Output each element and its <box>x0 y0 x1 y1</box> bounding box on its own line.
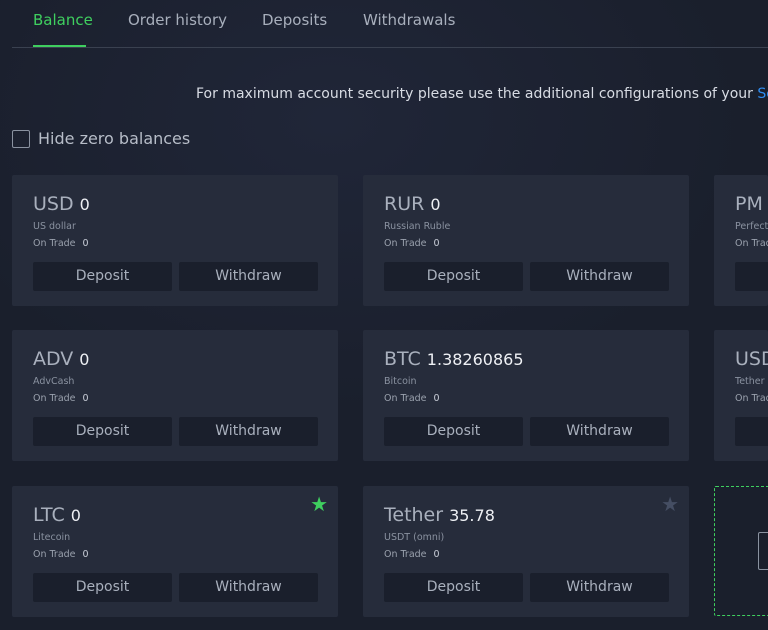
currency-code: RUR <box>384 193 425 215</box>
currency-code: LTC <box>33 504 65 526</box>
withdraw-button[interactable]: Withdraw <box>179 417 318 446</box>
balance-card-btc: BTC 1.38260865 Bitcoin On Trade 0 Deposit … <box>363 330 689 461</box>
star-filled-icon[interactable]: ★ <box>310 494 328 514</box>
deposit-button[interactable]: Deposit <box>384 573 523 602</box>
withdraw-button[interactable]: Withdraw <box>530 417 669 446</box>
currency-code: ADV <box>33 348 74 370</box>
on-trade-label: On Trade <box>735 393 768 404</box>
star-outline-icon[interactable]: ★ <box>661 494 679 514</box>
balance-card-tether: ★ Tether 35.78 USDT (omni) On Trade 0 Depo… <box>363 486 689 617</box>
active-tab-indicator <box>33 45 86 47</box>
currency-name: Litecoin <box>33 532 71 543</box>
on-trade-label: On Trade <box>384 393 427 404</box>
on-trade-value: 0 <box>82 238 89 249</box>
currency-balance: 0 <box>70 506 81 525</box>
on-trade-value: 0 <box>82 393 89 404</box>
balance-card-pm: PM Perfect On Trade <box>714 175 768 306</box>
balance-card-usdt: USD Tether On Trade <box>714 330 768 461</box>
currency-code: USD <box>735 348 768 370</box>
currency-code: PM <box>735 193 763 215</box>
security-notice-text: For maximum account security please use … <box>196 86 758 102</box>
balance-card-usd: USD 0 US dollar On Trade 0 Deposit Withdra… <box>12 175 338 306</box>
balance-card-rur: RUR 0 Russian Ruble On Trade 0 Deposit Wit… <box>363 175 689 306</box>
on-trade-row: On Trade <box>735 393 768 404</box>
deposit-button[interactable] <box>735 417 768 446</box>
on-trade-label: On Trade <box>33 393 76 404</box>
on-trade-row: On Trade 0 <box>384 393 440 404</box>
currency-name: Russian Ruble <box>384 221 451 232</box>
hide-zero-balances-checkbox[interactable] <box>12 129 30 148</box>
currency-name: Bitcoin <box>384 376 417 387</box>
on-trade-value: 0 <box>433 238 440 249</box>
tab-order-history[interactable]: Order history <box>128 11 227 29</box>
security-notice: For maximum account security please use … <box>196 86 768 102</box>
hide-zero-balances-label: Hide zero balances <box>38 129 191 148</box>
withdraw-button[interactable]: Withdraw <box>179 573 318 602</box>
on-trade-value: 0 <box>433 393 440 404</box>
balance-card-adv: ADV 0 AdvCash On Trade 0 Deposit Withdraw <box>12 330 338 461</box>
currency-balance: 35.78 <box>449 506 495 525</box>
currency-name: US dollar <box>33 221 76 232</box>
deposit-button[interactable]: Deposit <box>33 573 172 602</box>
on-trade-label: On Trade <box>384 238 427 249</box>
withdraw-button[interactable]: Withdraw <box>530 262 669 291</box>
tab-balance[interactable]: Balance <box>33 11 93 29</box>
tab-withdrawals[interactable]: Withdrawals <box>363 11 455 29</box>
deposit-button[interactable]: Deposit <box>384 417 523 446</box>
on-trade-label: On Trade <box>33 549 76 560</box>
currency-code: USD <box>33 193 74 215</box>
on-trade-label: On Trade <box>384 549 427 560</box>
on-trade-value: 0 <box>433 549 440 560</box>
security-settings-link[interactable]: Sec <box>757 86 768 102</box>
on-trade-row: On Trade 0 <box>384 238 440 249</box>
currency-name: Tether <box>735 376 765 387</box>
on-trade-row: On Trade 0 <box>33 549 89 560</box>
currency-name: AdvCash <box>33 376 75 387</box>
withdraw-button[interactable]: Withdraw <box>530 573 669 602</box>
on-trade-value: 0 <box>82 549 89 560</box>
on-trade-label: On Trade <box>33 238 76 249</box>
tab-bar: Balance Order history Deposits Withdrawa… <box>12 0 768 48</box>
add-currency-card[interactable] <box>714 486 768 616</box>
on-trade-row: On Trade 0 <box>33 238 89 249</box>
balance-card-ltc: ★ LTC 0 Litecoin On Trade 0 Deposit Withdr… <box>12 486 338 617</box>
deposit-button[interactable]: Deposit <box>33 417 172 446</box>
on-trade-row: On Trade 0 <box>384 549 440 560</box>
deposit-button[interactable]: Deposit <box>33 262 172 291</box>
tab-deposits[interactable]: Deposits <box>262 11 327 29</box>
withdraw-button[interactable]: Withdraw <box>179 262 318 291</box>
on-trade-label: On Trade <box>735 238 768 249</box>
add-currency-button[interactable] <box>758 532 768 570</box>
currency-balance: 0 <box>79 350 90 369</box>
currency-name: Perfect <box>735 221 768 232</box>
hide-zero-balances-toggle[interactable]: Hide zero balances <box>12 129 190 148</box>
currency-balance: 1.38260865 <box>426 350 524 369</box>
currency-name: USDT (omni) <box>384 532 445 543</box>
currency-code: Tether <box>384 504 444 526</box>
currency-code: BTC <box>384 348 421 370</box>
deposit-button[interactable]: Deposit <box>384 262 523 291</box>
on-trade-row: On Trade <box>735 238 768 249</box>
currency-balance: 0 <box>430 195 441 214</box>
currency-balance: 0 <box>79 195 90 214</box>
on-trade-row: On Trade 0 <box>33 393 89 404</box>
deposit-button[interactable] <box>735 262 768 291</box>
